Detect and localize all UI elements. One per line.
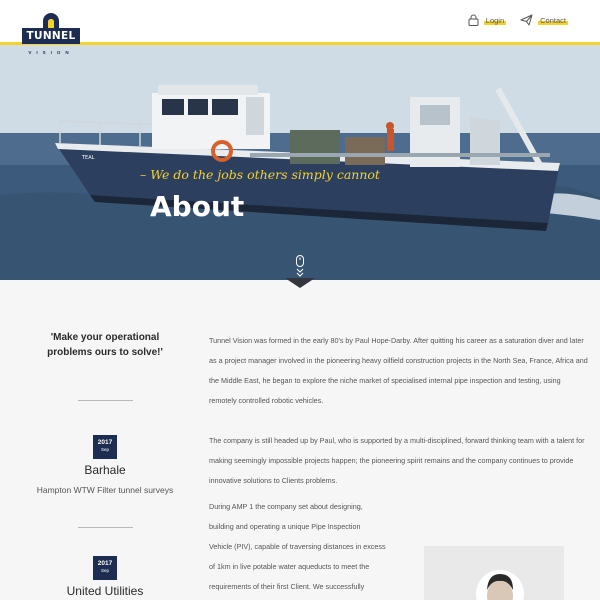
portrait-image [476, 570, 524, 600]
date-badge: 2017 Sep [93, 556, 117, 580]
mouse-icon [296, 255, 304, 267]
contact-label: Contact [538, 15, 568, 25]
paper-plane-icon [520, 14, 533, 26]
hero-tagline: – We do the jobs others simply cannot [140, 167, 380, 182]
top-nav: Login Contact [468, 14, 568, 26]
sidebar-quote: 'Make your operational problems ours to … [47, 332, 163, 358]
founder-photo [424, 546, 564, 600]
hero-notch [285, 278, 315, 288]
text-line: of 1km in live potable water aqueducts t… [209, 562, 370, 571]
tunnel-arch-icon [43, 13, 59, 29]
logo-text: TUNNEL [26, 30, 76, 42]
contact-link[interactable]: Contact [520, 14, 568, 26]
chevron-double-down-icon [296, 268, 304, 277]
lock-icon [468, 14, 479, 26]
news-item[interactable]: 2017 Sep Barhale Hampton WTW Filter tunn… [30, 435, 180, 497]
about-paragraph-narrow: During AMP 1 the company set about desig… [209, 497, 409, 597]
text-line: requirements of their first Client. We s… [209, 582, 365, 591]
login-link[interactable]: Login [468, 14, 507, 26]
news-title: Barhale [84, 463, 126, 477]
divider [77, 527, 133, 528]
scroll-down-button[interactable] [294, 255, 306, 280]
boat-photo: TEAL [0, 45, 600, 280]
about-paragraph: The company is still headed up by Paul, … [209, 436, 585, 485]
logo-subtext: VISION [28, 50, 74, 55]
page: TUNNEL VISION Login Contact TEAL – We do… [0, 0, 600, 600]
date-month: Sep [100, 568, 109, 573]
news-item[interactable]: 2017 Sep United Utilities [30, 556, 180, 598]
sidebar: 'Make your operational problems ours to … [30, 330, 180, 598]
text-line: During AMP 1 the company set about desig… [209, 502, 363, 511]
news-title: United Utilities [66, 584, 144, 598]
divider [77, 400, 133, 401]
login-label: Login [483, 15, 507, 25]
text-line: building and operating a unique Pipe Ins… [209, 522, 361, 531]
date-year: 2017 [97, 439, 113, 446]
text-line: Vehicle (PIV), capable of traversing dis… [209, 542, 386, 551]
news-description: Hampton WTW Filter tunnel surveys [36, 485, 174, 495]
date-year: 2017 [97, 560, 113, 567]
date-badge: 2017 Sep [93, 435, 117, 459]
page-title: About [150, 190, 245, 223]
tunnel-vision-logo[interactable]: TUNNEL VISION [22, 11, 80, 59]
date-month: Sep [100, 447, 109, 452]
site-header: TUNNEL VISION Login Contact [0, 0, 600, 55]
hero-banner: TEAL – We do the jobs others simply cann… [0, 45, 600, 280]
about-paragraph: Tunnel Vision was formed in the early 80… [209, 336, 588, 405]
boat-name: TEAL [81, 155, 95, 161]
